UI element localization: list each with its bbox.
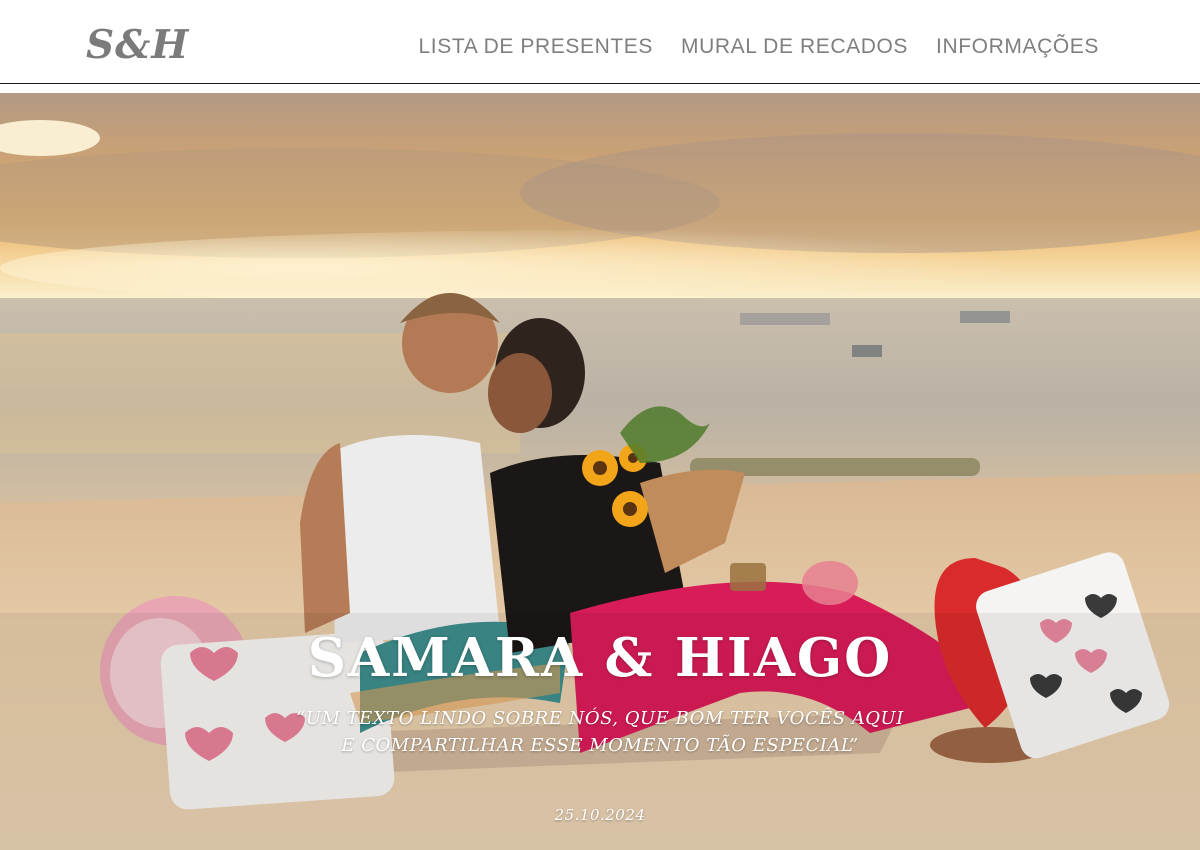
nav-link-gift-list[interactable]: LISTA DE PRESENTES [419, 33, 653, 61]
top-navbar: S&H LISTA DE PRESENTES MURAL DE RECADOS … [0, 0, 1200, 84]
horizon-glow [0, 230, 1200, 306]
main-nav: LISTA DE PRESENTES MURAL DE RECADOS INFO… [419, 33, 1099, 61]
boat [852, 345, 882, 357]
basket [730, 563, 766, 591]
nav-link-message-wall[interactable]: MURAL DE RECADOS [681, 33, 908, 61]
heart-balloon-back [802, 561, 858, 605]
hero-photo [0, 93, 1200, 850]
woman-face [488, 353, 552, 433]
beach-couple-photo [0, 120, 1200, 850]
nav-link-information[interactable]: INFORMAÇÕES [936, 33, 1099, 61]
site-logo[interactable]: S&H [86, 22, 189, 68]
boat [960, 311, 1010, 323]
boat [740, 313, 830, 325]
sun-glare [0, 120, 100, 156]
man-tank-top [330, 435, 500, 643]
